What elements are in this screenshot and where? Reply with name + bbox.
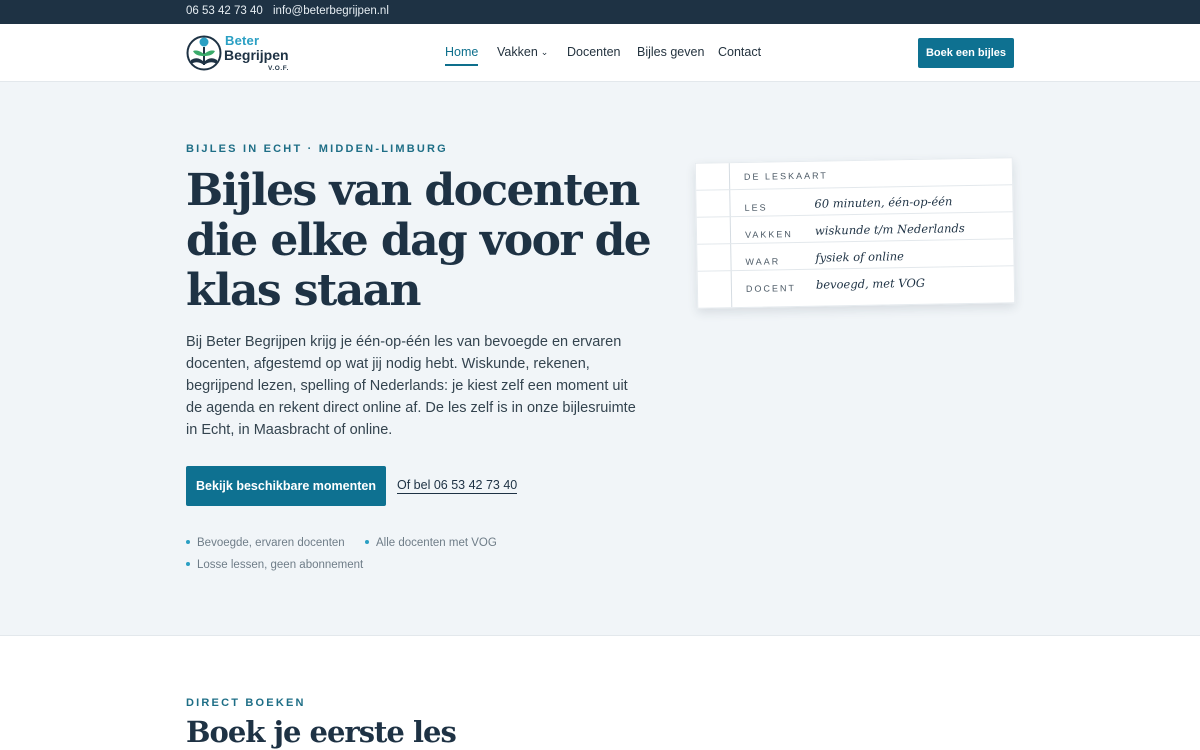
- bullet-dot-icon: [186, 562, 190, 566]
- view-available-slots-button[interactable]: Bekijk beschikbare momenten: [186, 466, 386, 506]
- hero-paragraph: Bij Beter Begrijpen krijg je één-op-één …: [186, 334, 636, 438]
- call-phone-link[interactable]: Of bel 06 53 42 73 40: [397, 478, 518, 494]
- lesson-card: DE LESKAART LES 60 minuten, één-op-één V…: [694, 157, 1016, 309]
- lesson-card-row-label: DOCENT: [745, 283, 797, 294]
- brand-suffix: V.O.F.: [268, 65, 290, 72]
- bullet-dot-icon: [186, 540, 190, 544]
- site-header: Beter Begrijpen V.O.F. Home Vakken ⌄ Doce…: [0, 24, 1200, 82]
- feature-bullet-text: Losse lessen, geen abonnement: [197, 559, 364, 571]
- hero-title: Bijles van docenten die elke dag voor de…: [186, 165, 652, 316]
- nav-item-vakken[interactable]: Vakken ⌄: [497, 45, 548, 59]
- feature-bullet-text: Alle docenten met VOG: [376, 537, 497, 549]
- brand-name-line2: Begrijpen: [224, 47, 289, 63]
- brand-name-line1: Beter: [225, 33, 260, 48]
- nav-item-vakken-label: Vakken: [497, 45, 538, 59]
- lesson-card-row-value: bevoegd, met VOG: [815, 275, 926, 292]
- booking-title: Boek je eerste les: [186, 715, 457, 749]
- bullet-dot-icon: [365, 540, 369, 544]
- lesson-card-title: DE LESKAART: [743, 170, 828, 182]
- lesson-card-row: DOCENT bevoegd, met VOG: [698, 266, 1014, 299]
- topbar-email-link[interactable]: info@beterbegrijpen.nl: [273, 5, 389, 17]
- nav-item-docenten[interactable]: Docenten: [567, 45, 621, 59]
- tree-book-logo-icon: [186, 35, 222, 71]
- nav-item-contact[interactable]: Contact: [718, 45, 761, 59]
- booking-eyebrow: DIRECT BOEKEN: [186, 697, 306, 709]
- chevron-down-icon: ⌄: [540, 47, 549, 57]
- feature-bullet-text: Bevoegde, ervaren docenten: [197, 537, 345, 549]
- hero-eyebrow: BIJLES IN ECHT · MIDDEN-LIMBURG: [186, 143, 448, 155]
- lesson-card-row-label: VAKKEN: [744, 229, 793, 240]
- lesson-card-row-label: LES: [744, 202, 768, 213]
- brand-logo[interactable]: Beter Begrijpen V.O.F.: [186, 32, 296, 74]
- lesson-card-row-value: 60 minuten, één-op-één: [814, 194, 953, 211]
- feature-bullet: Bevoegde, ervaren docenten: [186, 537, 345, 549]
- book-lesson-button[interactable]: Boek een bijles: [918, 38, 1014, 68]
- lesson-card-row-value: wiskunde t/m Nederlands: [814, 221, 965, 238]
- hero-section: BIJLES IN ECHT · MIDDEN-LIMBURG Bijles v…: [0, 82, 1200, 636]
- feature-bullet: Alle docenten met VOG: [365, 537, 497, 549]
- nav-item-home[interactable]: Home: [445, 45, 479, 66]
- top-contact-bar: 06 53 42 73 40 info@beterbegrijpen.nl: [0, 0, 1200, 24]
- lesson-card-row-label: WAAR: [745, 256, 781, 267]
- topbar-phone-link[interactable]: 06 53 42 73 40: [186, 5, 263, 17]
- feature-bullet: Losse lessen, geen abonnement: [186, 559, 363, 571]
- nav-item-bijles-geven[interactable]: Bijles geven: [637, 45, 704, 59]
- lesson-card-row-value: fysiek of online: [815, 249, 905, 265]
